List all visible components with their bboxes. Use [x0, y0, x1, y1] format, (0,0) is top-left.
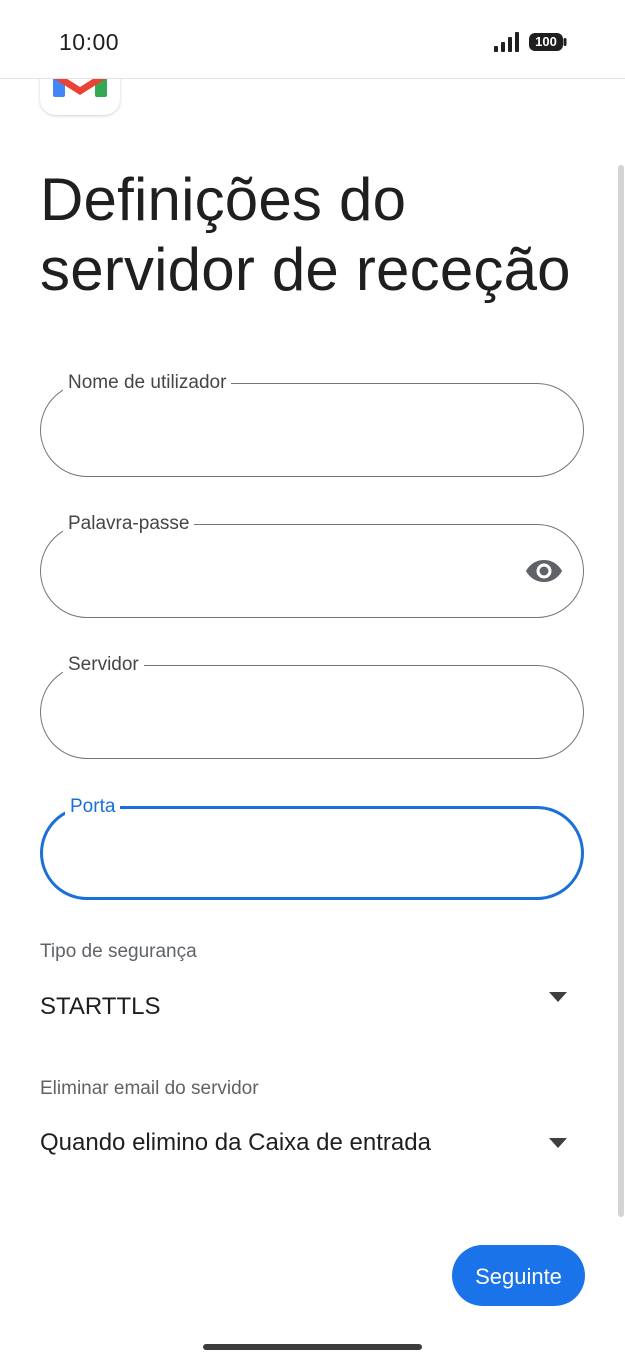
port-input[interactable]: [69, 831, 533, 881]
server-label: Servidor: [63, 653, 144, 677]
next-button[interactable]: Seguinte: [452, 1245, 585, 1306]
security-type-label: Tipo de segurança: [40, 941, 197, 962]
home-indicator[interactable]: [203, 1344, 422, 1350]
dropdown-arrow-icon: [549, 1138, 567, 1148]
delete-email-dropdown[interactable]: Quando elimino da Caixa de entrada: [40, 1116, 584, 1176]
username-input[interactable]: [67, 406, 531, 456]
password-label: Palavra-passe: [63, 512, 195, 536]
page-title: Definições do servidor de receção: [40, 166, 571, 303]
scrollbar[interactable]: [618, 165, 624, 1217]
signal-icon: [494, 32, 519, 52]
server-field[interactable]: Servidor: [40, 653, 584, 759]
username-field[interactable]: Nome de utilizador: [40, 371, 584, 477]
dropdown-arrow-icon: [549, 992, 567, 1002]
password-field[interactable]: Palavra-passe: [40, 512, 584, 618]
status-bar: 10:00 100: [0, 0, 625, 79]
port-label: Porta: [65, 795, 121, 819]
server-input[interactable]: [67, 688, 531, 738]
password-input[interactable]: [67, 547, 531, 597]
username-label: Nome de utilizador: [63, 371, 232, 395]
security-type-dropdown[interactable]: STARTTLS: [40, 980, 584, 1040]
screen: 10:00 100 Definições do servidor de rece…: [0, 0, 625, 1362]
battery-level: 100: [535, 34, 557, 49]
eye-icon[interactable]: [525, 555, 563, 587]
delete-email-value: Quando elimino da Caixa de entrada: [40, 1129, 431, 1156]
port-field[interactable]: Porta: [40, 795, 584, 900]
status-time: 10:00: [59, 29, 120, 55]
security-type-value: STARTTLS: [40, 993, 161, 1020]
delete-email-label: Eliminar email do servidor: [40, 1078, 259, 1099]
